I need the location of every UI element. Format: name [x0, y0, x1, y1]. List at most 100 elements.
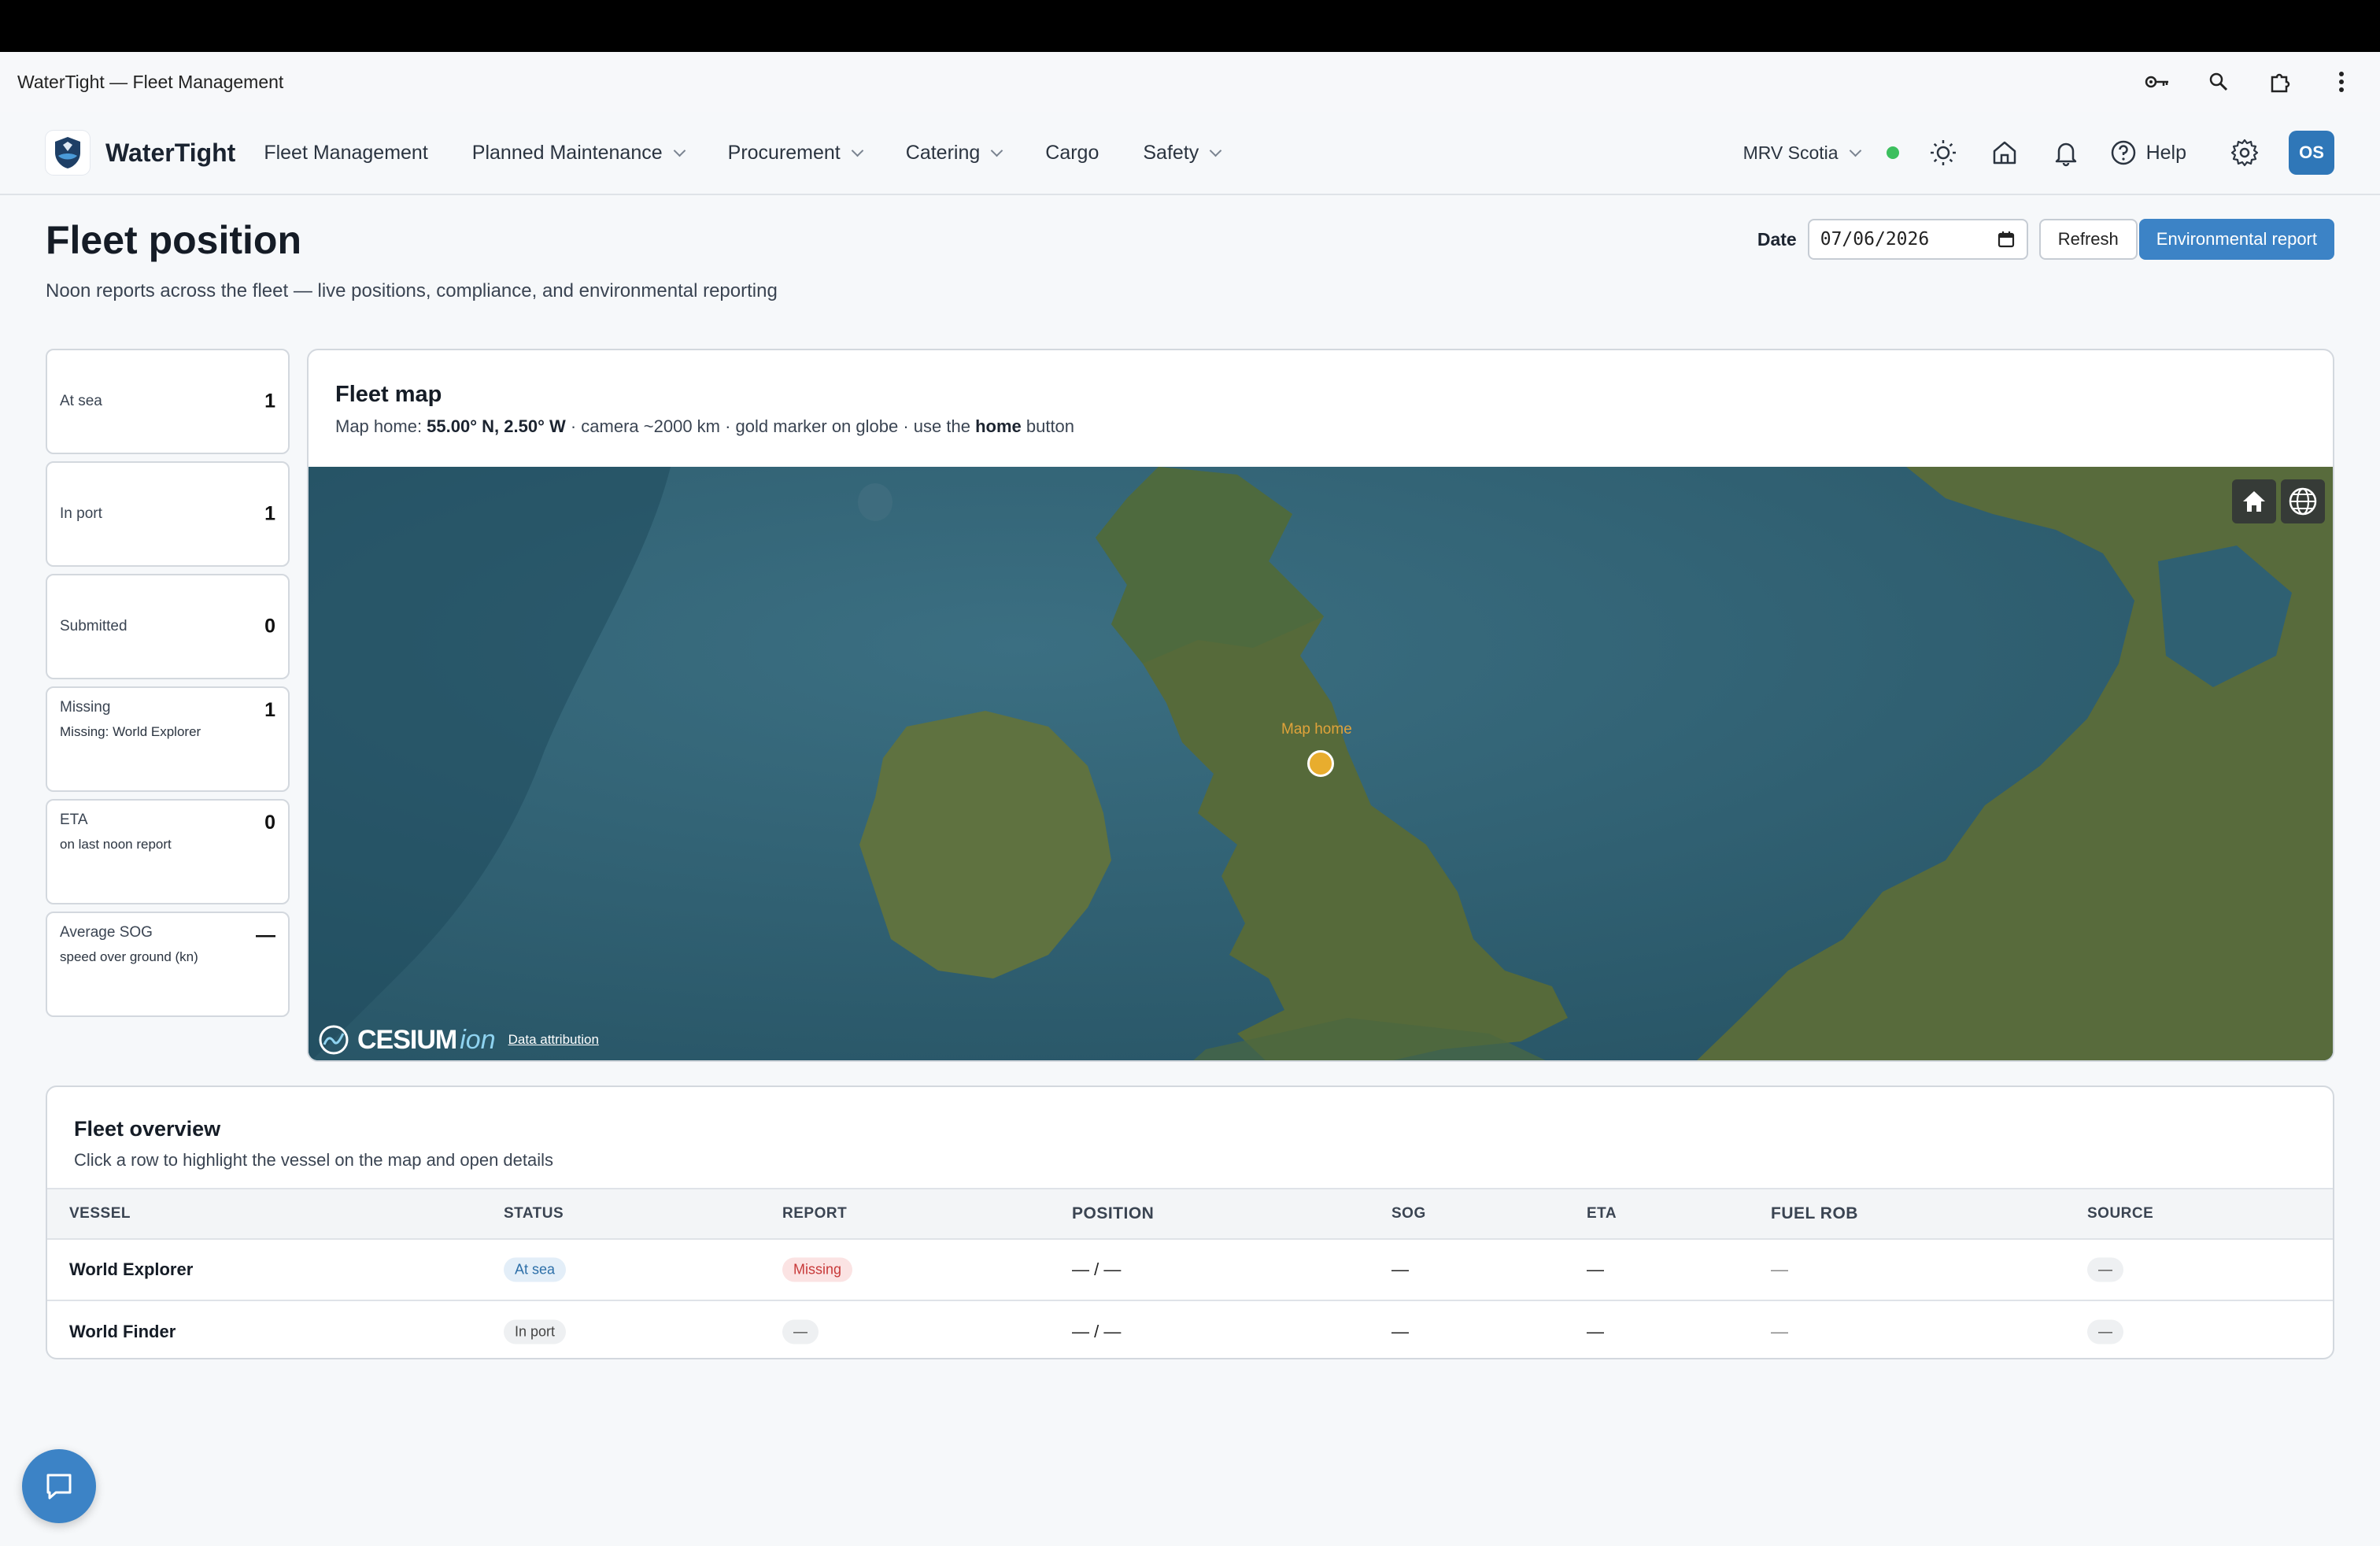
fuel-rob-cell: —	[1771, 1259, 1788, 1279]
report-badge: —	[782, 1319, 819, 1344]
eta-cell: —	[1587, 1322, 1604, 1341]
nav-cargo[interactable]: Cargo	[1045, 142, 1099, 165]
home-icon	[2243, 491, 2265, 512]
nav-safety[interactable]: Safety	[1143, 141, 1222, 165]
fleet-overview-card: Fleet overview Click a row to highlight …	[46, 1086, 2334, 1359]
source-cell: —	[2087, 1257, 2123, 1282]
col-position[interactable]: POSITION	[1072, 1204, 1154, 1223]
nav-planned-maintenance[interactable]: Planned Maintenance	[471, 141, 686, 165]
stat-label: Missing	[60, 699, 111, 716]
nav-fleet-management[interactable]: Fleet Management	[264, 142, 427, 165]
stat-sub: speed over ground (kn)	[60, 949, 198, 964]
watertight-logo-icon[interactable]	[46, 131, 90, 175]
chevron-down-icon	[1209, 144, 1222, 157]
vessel-name: World Finder	[69, 1322, 176, 1341]
nav-procurement[interactable]: Procurement	[728, 142, 864, 165]
position-cell: — / —	[1072, 1322, 1122, 1341]
notifications-bell-icon[interactable]	[2049, 135, 2083, 170]
calendar-icon[interactable]	[1997, 230, 2016, 249]
eta-cell: —	[1587, 1259, 1604, 1279]
col-eta[interactable]: ETA	[1587, 1205, 1617, 1222]
stat-card-eta[interactable]: ETA on last noon report 0	[46, 799, 290, 904]
nav-label: Safety	[1143, 141, 1199, 164]
stat-value: 0	[264, 812, 275, 834]
table-header: VESSEL STATUS REPORT POSITION SOG ETA FU…	[47, 1188, 2333, 1240]
refresh-button[interactable]: Refresh	[2038, 219, 2138, 260]
environmental-report-button[interactable]: Environmental report	[2138, 219, 2334, 260]
nav-label: Planned Maintenance	[471, 141, 663, 164]
map-home-marker[interactable]	[1307, 750, 1334, 777]
map-desc-suffix: button	[1021, 416, 1075, 436]
source-badge: —	[2087, 1257, 2123, 1282]
col-vessel[interactable]: VESSEL	[69, 1205, 131, 1222]
stat-label: Submitted	[60, 618, 128, 634]
chevron-down-icon	[1849, 144, 1861, 157]
col-status[interactable]: STATUS	[504, 1205, 564, 1222]
report-cell: Missing	[782, 1257, 853, 1282]
col-fuel-rob[interactable]: FUEL ROB	[1771, 1204, 1858, 1223]
stats-panel: At sea 1 In port 1 Submitted 0 Missing M…	[46, 349, 290, 1024]
globe-map-viewport[interactable]: Map home CESIUM ion Data attribution	[309, 467, 2333, 1060]
date-label: Date	[1757, 228, 1797, 250]
col-report[interactable]: REPORT	[782, 1205, 847, 1222]
zoom-icon[interactable]	[2205, 68, 2232, 95]
stat-card-average-sog[interactable]: Average SOG speed over ground (kn) —	[46, 912, 290, 1017]
stat-label: Average SOG	[60, 924, 153, 941]
key-icon[interactable]	[2144, 68, 2171, 95]
stat-label: In port	[60, 505, 102, 522]
stat-card-at-sea[interactable]: At sea 1	[46, 349, 290, 454]
map-description: Map home: 55.00° N, 2.50° W · camera ~20…	[335, 416, 1074, 437]
page-title: Fleet position	[46, 218, 301, 262]
globe-icon	[2289, 487, 2317, 516]
chat-bubble-icon	[46, 1474, 72, 1500]
vessel-name: World Explorer	[69, 1259, 194, 1279]
nav-catering[interactable]: Catering	[906, 142, 1003, 165]
brand-name[interactable]: WaterTight	[105, 139, 235, 168]
map-home-button[interactable]	[2232, 479, 2276, 523]
theme-toggle-sun-icon[interactable]	[1926, 135, 1961, 170]
sog-cell: —	[1391, 1322, 1409, 1341]
report-badge: Missing	[782, 1257, 853, 1282]
col-sog[interactable]: SOG	[1391, 1205, 1426, 1222]
report-cell: —	[782, 1319, 819, 1344]
data-attribution-link[interactable]: Data attribution	[508, 1032, 599, 1048]
table-row-world-finder[interactable]: World Finder In port — — / — — — — —	[47, 1301, 2333, 1358]
fleet-map-card: Fleet map Map home: 55.00° N, 2.50° W · …	[307, 349, 2334, 1062]
col-source[interactable]: SOURCE	[2087, 1205, 2153, 1222]
extensions-icon[interactable]	[2267, 68, 2293, 95]
map-desc-mid: · camera ~2000 km · gold marker on globe…	[565, 416, 976, 436]
scene-mode-globe-button[interactable]	[2281, 479, 2325, 523]
position-cell: — / —	[1072, 1259, 1122, 1279]
chat-button[interactable]	[22, 1449, 96, 1523]
sog-cell: —	[1391, 1259, 1409, 1279]
stat-value: 1	[264, 699, 275, 721]
stat-label: ETA	[60, 812, 88, 828]
chevron-down-icon	[990, 144, 1003, 157]
page-subtitle: Noon reports across the fleet — live pos…	[46, 280, 778, 301]
settings-gear-icon[interactable]	[2227, 135, 2262, 170]
stat-label: At sea	[60, 393, 102, 409]
home-icon[interactable]	[1987, 135, 2022, 170]
stat-card-missing[interactable]: Missing Missing: World Explorer 1	[46, 686, 290, 792]
stat-card-in-port[interactable]: In port 1	[46, 461, 290, 567]
vessel-selector[interactable]: MRV Scotia	[1743, 142, 1861, 164]
help-button[interactable]: Help	[2110, 139, 2186, 166]
stat-value: —	[256, 924, 275, 946]
user-avatar[interactable]: OS	[2289, 131, 2334, 175]
stat-value: 1	[264, 502, 275, 525]
status-cell: At sea	[504, 1257, 567, 1282]
vessel-selector-label: MRV Scotia	[1743, 142, 1839, 163]
map-home-coords: 55.00° N, 2.50° W	[427, 416, 566, 436]
table-row-world-explorer[interactable]: World Explorer At sea Missing — / — — — …	[47, 1240, 2333, 1301]
screen-top-bar	[0, 0, 2380, 52]
stat-sub: Missing: World Explorer	[60, 724, 201, 739]
nav-label: Fleet Management	[264, 141, 428, 164]
date-value: 07/06/2026	[1820, 229, 1930, 250]
date-input[interactable]: 07/06/2026	[1807, 219, 2028, 260]
status-cell: In port	[504, 1319, 567, 1344]
stat-card-submitted[interactable]: Submitted 0	[46, 574, 290, 679]
status-badge: In port	[504, 1319, 567, 1344]
map-title: Fleet map	[335, 382, 442, 407]
browser-menu-icon[interactable]	[2328, 68, 2355, 95]
stat-sub: on last noon report	[60, 837, 172, 852]
